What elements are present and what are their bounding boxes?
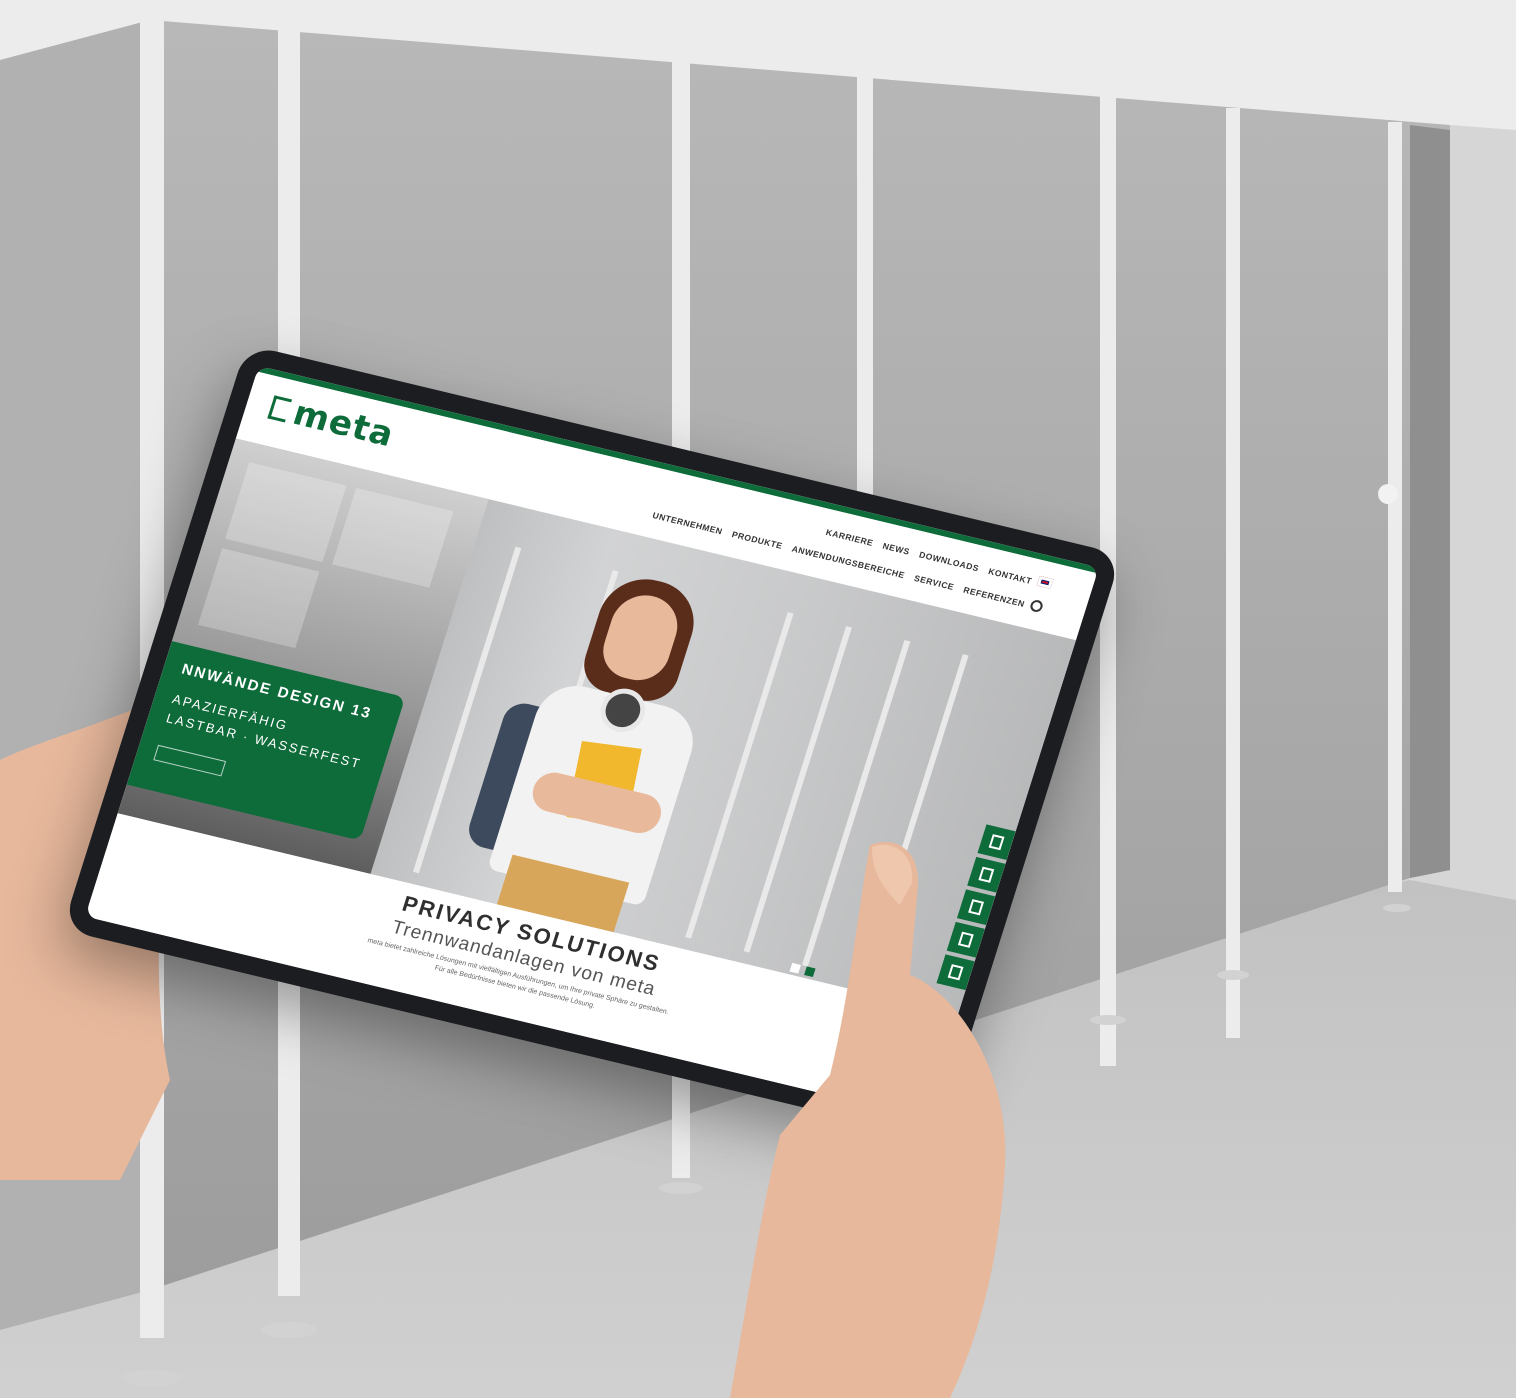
nav-item-unternehmen[interactable]: UNTERNEHMEN — [651, 510, 724, 536]
nav-item-produkte[interactable]: PRODUKTE — [731, 529, 784, 551]
logo-text: meta — [288, 393, 400, 456]
nav-item-kontakt[interactable]: KONTAKT — [987, 566, 1033, 586]
site-logo[interactable]: meta — [266, 391, 400, 456]
search-icon[interactable] — [1028, 598, 1045, 614]
nav-item-news[interactable]: NEWS — [881, 541, 911, 557]
nav-item-referenzen[interactable]: REFERENZEN — [962, 585, 1026, 609]
nav-item-downloads[interactable]: DOWNLOADS — [918, 549, 980, 573]
promo-button[interactable] — [153, 744, 227, 777]
nav-item-karriere[interactable]: KARRIERE — [825, 527, 875, 548]
meta-logo-icon — [267, 395, 293, 423]
right-hand — [730, 841, 1006, 1398]
uk-flag-icon[interactable] — [1036, 575, 1054, 589]
student-photo — [439, 554, 769, 944]
nav-item-service[interactable]: SERVICE — [913, 573, 956, 592]
